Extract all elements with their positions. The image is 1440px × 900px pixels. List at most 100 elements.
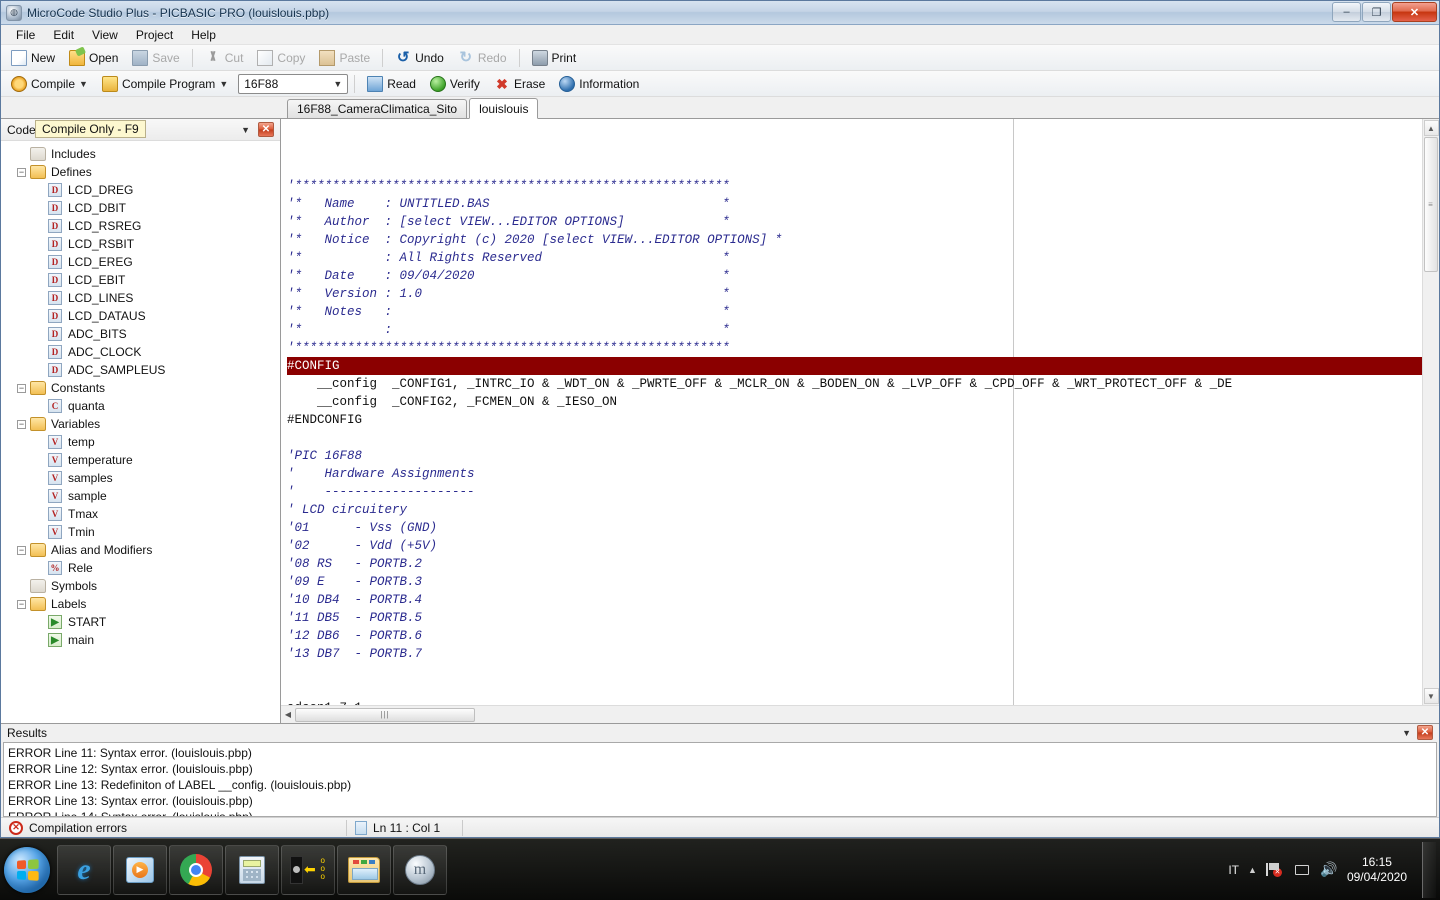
tree-collapse-toggle[interactable]: − [17, 168, 26, 177]
tree-collapse-toggle[interactable]: − [17, 600, 26, 609]
tree-collapse-toggle[interactable]: − [17, 420, 26, 429]
tree-node-labels[interactable]: −Labels [7, 595, 280, 613]
tree-node-lcd-lines[interactable]: DLCD_LINES [7, 289, 280, 307]
show-hidden-icons-button[interactable]: ▲ [1248, 865, 1257, 875]
tree-node-adc-bits[interactable]: DADC_BITS [7, 325, 280, 343]
erase-button[interactable]: ✖ Erase [488, 74, 551, 94]
taskbar-item-chrome[interactable] [169, 845, 223, 895]
result-error-line[interactable]: ERROR Line 13: Syntax error. (louislouis… [8, 793, 1436, 809]
network-error-icon[interactable]: ✕ [1266, 861, 1284, 879]
tree-node-lcd-rsbit[interactable]: DLCD_RSBIT [7, 235, 280, 253]
tree-node-tmax[interactable]: VTmax [7, 505, 280, 523]
redo-button[interactable]: ↻ Redo [452, 48, 513, 68]
verify-button[interactable]: Verify [424, 74, 486, 94]
compile-button[interactable]: Compile ▼ [5, 74, 94, 94]
editor-horizontal-scrollbar[interactable]: ◀ ||| [281, 705, 1439, 723]
read-button[interactable]: Read [361, 74, 422, 94]
code-explorer-tree[interactable]: Includes−DefinesDLCD_DREGDLCD_DBITDLCD_R… [1, 141, 280, 723]
horizontal-scroll-thumb[interactable]: ||| [295, 708, 475, 722]
tree-node-samples[interactable]: Vsamples [7, 469, 280, 487]
taskbar-item-internet-explorer[interactable]: e [57, 845, 111, 895]
new-button[interactable]: New [5, 48, 61, 68]
chevron-down-icon[interactable]: ▼ [219, 79, 228, 89]
tree-node-start[interactable]: ▶START [7, 613, 280, 631]
taskbar-item-mikroe-app[interactable]: m [393, 845, 447, 895]
tree-node-adc-sampleus[interactable]: D ADC_SAMPLEUS [7, 361, 280, 379]
start-button[interactable] [4, 847, 50, 893]
scroll-up-button[interactable]: ▲ [1424, 120, 1439, 136]
tree-node-lcd-ebit[interactable]: DLCD_EBIT [7, 271, 280, 289]
taskbar-item-media-player[interactable]: ▶ [113, 845, 167, 895]
print-button[interactable]: Print [526, 48, 583, 68]
scroll-down-button[interactable]: ▼ [1424, 688, 1439, 704]
save-button[interactable]: Save [126, 48, 185, 68]
chevron-down-icon[interactable]: ▼ [79, 79, 88, 89]
menu-help[interactable]: Help [182, 26, 225, 44]
tree-node-label: ADC_SAMPLEUS [68, 363, 165, 377]
tree-node-main[interactable]: ▶main [7, 631, 280, 649]
code-text-area[interactable]: '***************************************… [287, 119, 1422, 705]
paste-button[interactable]: Paste [313, 48, 376, 68]
tree-node-lcd-dataus[interactable]: DLCD_DATAUS [7, 307, 280, 325]
variable-icon: V [48, 525, 62, 539]
tree-node-sample[interactable]: Vsample [7, 487, 280, 505]
tree-node-quanta[interactable]: Cquanta [7, 397, 280, 415]
taskbar-item-explorer[interactable] [337, 845, 391, 895]
result-error-line[interactable]: ERROR Line 14: Syntax error. (louislouis… [8, 809, 1436, 817]
tree-node-rele[interactable]: %Rele [7, 559, 280, 577]
tree-node-variables[interactable]: −Variables [7, 415, 280, 433]
volume-icon[interactable]: 🔊 [1320, 861, 1338, 879]
taskbar-item-programmer-device[interactable]: ⬅ ooo [281, 845, 335, 895]
tree-node-lcd-dreg[interactable]: DLCD_DREG [7, 181, 280, 199]
tree-node-temp[interactable]: Vtemp [7, 433, 280, 451]
app-system-icon[interactable]: ◍ [6, 5, 22, 21]
information-button[interactable]: Information [553, 74, 645, 94]
tree-node-constants[interactable]: −Constants [7, 379, 280, 397]
tab-louislouis[interactable]: louislouis [469, 98, 538, 119]
tree-node-temperature[interactable]: Vtemperature [7, 451, 280, 469]
tree-collapse-toggle[interactable]: − [17, 384, 26, 393]
copy-button[interactable]: Copy [251, 48, 311, 68]
tab-16f88-cameraclimatica-sito[interactable]: 16F88_CameraClimatica_Sito [287, 99, 467, 118]
tree-node-tmin[interactable]: VTmin [7, 523, 280, 541]
clock[interactable]: 16:15 09/04/2020 [1347, 855, 1407, 885]
cut-button[interactable]: Cut [199, 48, 250, 68]
chevron-down-icon[interactable]: ▼ [1402, 728, 1411, 738]
editor-vertical-scrollbar[interactable]: ▲ ≡ ▼ [1422, 119, 1439, 705]
result-error-line[interactable]: ERROR Line 13: Redefiniton of LABEL __co… [8, 777, 1436, 793]
tree-collapse-toggle[interactable]: − [17, 546, 26, 555]
menu-edit[interactable]: Edit [44, 26, 83, 44]
tree-node-symbols[interactable]: Symbols [7, 577, 280, 595]
results-list[interactable]: ERROR Line 11: Syntax error. (louislouis… [3, 742, 1437, 817]
tree-node-adc-clock[interactable]: DADC_CLOCK [7, 343, 280, 361]
close-button[interactable]: ✕ [1392, 2, 1437, 22]
tree-node-defines[interactable]: −Defines [7, 163, 280, 181]
tree-node-lcd-rsreg[interactable]: DLCD_RSREG [7, 217, 280, 235]
vertical-scroll-thumb[interactable]: ≡ [1424, 137, 1438, 272]
define-icon: D [48, 363, 62, 377]
device-select[interactable]: 16F88 ▼ [238, 74, 348, 94]
close-explorer-button[interactable]: ✕ [258, 122, 274, 137]
menu-view[interactable]: View [83, 26, 127, 44]
menu-file[interactable]: File [7, 26, 44, 44]
result-error-line[interactable]: ERROR Line 11: Syntax error. (louislouis… [8, 745, 1436, 761]
open-button[interactable]: Open [63, 48, 124, 68]
tree-node-lcd-dbit[interactable]: DLCD_DBIT [7, 199, 280, 217]
tree-node-includes[interactable]: Includes [7, 145, 280, 163]
taskbar-item-calculator[interactable] [225, 845, 279, 895]
menu-project[interactable]: Project [127, 26, 182, 44]
undo-button[interactable]: ↺ Undo [389, 48, 450, 68]
maximize-button[interactable]: ❐ [1362, 2, 1391, 22]
result-error-line[interactable]: ERROR Line 12: Syntax error. (louislouis… [8, 761, 1436, 777]
action-center-icon[interactable] [1293, 861, 1311, 879]
minimize-button[interactable]: – [1332, 2, 1361, 22]
vertical-scroll-track[interactable]: ≡ [1424, 137, 1439, 687]
close-results-button[interactable]: ✕ [1417, 725, 1433, 740]
tree-node-lcd-ereg[interactable]: DLCD_EREG [7, 253, 280, 271]
chevron-down-icon[interactable]: ▼ [241, 125, 250, 135]
show-desktop-button[interactable] [1422, 842, 1436, 898]
scroll-left-button[interactable]: ◀ [281, 707, 295, 722]
tree-node-alias-and-modifiers[interactable]: −Alias and Modifiers [7, 541, 280, 559]
compile-program-button[interactable]: Compile Program ▼ [96, 74, 234, 94]
language-indicator[interactable]: IT [1228, 863, 1239, 877]
